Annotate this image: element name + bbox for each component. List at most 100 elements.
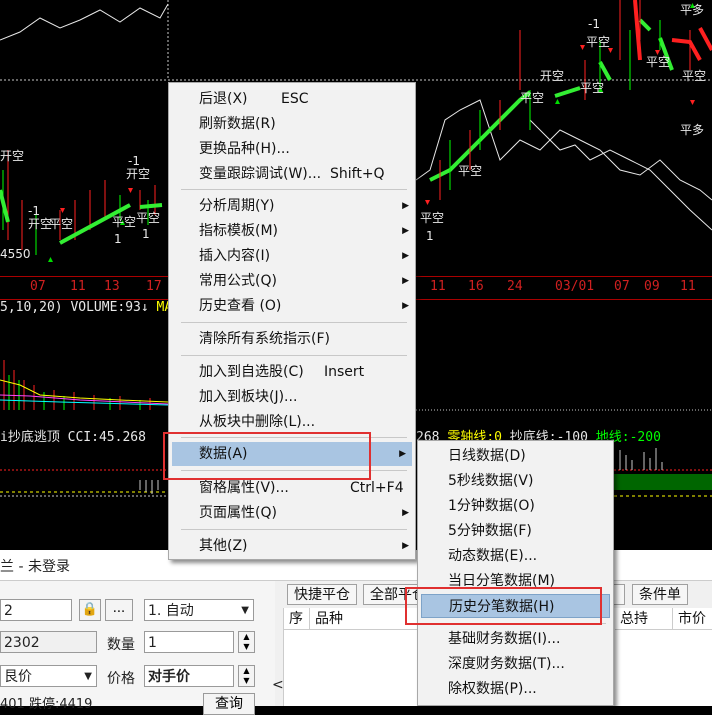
query-button[interactable]: 查询	[203, 693, 255, 715]
volume-indicator-label: 5,10,20) VOLUME:93↓ MA	[0, 300, 172, 315]
submenu-arrow-icon: ▶	[402, 301, 409, 311]
signal-label: 平多	[680, 3, 705, 17]
menu-item-debug[interactable]: 变量跟踪调试(W)... Shift+Q	[169, 162, 415, 186]
chevron-down-icon: ▼	[241, 605, 249, 616]
column-header[interactable]: 序	[284, 608, 310, 630]
submenu-item-5min[interactable]: 5分钟数据(F)	[418, 519, 613, 543]
menu-item-indicator-template[interactable]: 指标模板(M) ▶	[169, 219, 415, 243]
price-input[interactable]: 对手价	[144, 665, 234, 687]
signal-label: 平空	[520, 91, 545, 105]
submenu-arrow-icon: ▶	[402, 508, 409, 518]
submenu-arrow-icon: ▶	[402, 251, 409, 261]
qty-label: 数量	[107, 637, 135, 653]
price-stepper[interactable]: ▲ ▼	[238, 665, 255, 687]
submenu-arrow-icon: ▶	[402, 276, 409, 286]
signal-label: 平空	[682, 69, 707, 83]
submenu-arrow-icon: ▶	[402, 226, 409, 236]
volume-text: 5,10,20) VOLUME:93	[0, 300, 141, 315]
signal-label: 平空	[646, 55, 671, 69]
submenu-item-5sec[interactable]: 5秒线数据(V)	[418, 469, 613, 493]
submenu-item-1min[interactable]: 1分钟数据(O)	[418, 494, 613, 518]
account-field[interactable]: 2	[0, 599, 72, 621]
panel-title: 兰 - 未登录	[0, 559, 70, 575]
cci-text: i抄底逃顶 CCI:45.268	[0, 430, 146, 445]
menu-item-history-view[interactable]: 历史查看 (O) ▶	[169, 294, 415, 318]
date-tick: 07	[30, 279, 46, 294]
menu-item-add-block[interactable]: 加入到板块(J)...	[169, 385, 415, 409]
menu-item-clear-signals[interactable]: 清除所有系统指示(F)	[169, 327, 415, 351]
more-button[interactable]: ...	[105, 599, 133, 621]
date-tick: 13	[104, 279, 120, 294]
menu-separator	[181, 322, 407, 323]
volume-arrow: ↓	[140, 300, 149, 315]
collapse-icon[interactable]: <	[272, 677, 284, 693]
menu-item-period[interactable]: 分析周期(Y) ▶	[169, 194, 415, 218]
highlight-box	[405, 587, 602, 625]
limit-prices: 401 跌停:4419	[0, 697, 93, 712]
menu-separator	[181, 355, 407, 356]
submenu-arrow-icon: ▶	[402, 541, 409, 551]
date-tick: 11	[680, 279, 696, 294]
cci-indicator-label: i抄底逃顶 CCI:45.268	[0, 426, 146, 445]
chevron-down-icon: ▼	[84, 671, 92, 682]
signal-label: 平空	[136, 211, 161, 225]
menu-item-change-symbol[interactable]: 更换品种(H)...	[169, 137, 415, 161]
submenu-item-dynamic[interactable]: 动态数据(E)...	[418, 544, 613, 568]
price-label: 价格	[107, 671, 135, 687]
menu-item-add-watchlist[interactable]: 加入到自选股(C) Insert	[169, 360, 415, 384]
price-label: 4550	[0, 247, 31, 261]
menu-item-insert[interactable]: 插入内容(I) ▶	[169, 244, 415, 268]
menu-item-remove-block[interactable]: 从板块中删除(L)...	[169, 410, 415, 434]
column-header[interactable]: 市价	[673, 608, 712, 630]
submenu-item-deep-finance[interactable]: 深度财务数据(T)...	[418, 652, 613, 676]
date-tick: 07	[614, 279, 630, 294]
signal-label: 平空	[580, 81, 605, 95]
submenu-arrow-icon: ▶	[399, 449, 406, 459]
menu-item-page-properties[interactable]: 页面属性(Q) ▶	[169, 501, 415, 525]
menu-item-other[interactable]: 其他(Z) ▶	[169, 534, 415, 558]
submenu-item-basic-finance[interactable]: 基础财务数据(I)...	[418, 627, 613, 651]
date-tick: 17	[146, 279, 162, 294]
date-tick: 11	[70, 279, 86, 294]
signal-label: 平空	[112, 215, 137, 229]
column-header[interactable]: 总持	[615, 608, 673, 630]
signal-label: 平多	[680, 123, 705, 137]
date-tick: 24	[507, 279, 523, 294]
qty-input[interactable]: 1	[144, 631, 234, 653]
conditional-order-button[interactable]: 条件单	[632, 584, 688, 605]
column-header[interactable]: 品种	[310, 608, 420, 630]
signal-label: 平空	[586, 35, 611, 49]
signal-label: 1	[114, 232, 122, 246]
contract-field[interactable]: 2302	[0, 631, 97, 653]
quick-close-button[interactable]: 快捷平仓	[287, 584, 357, 605]
signal-label: 开空	[540, 69, 565, 83]
order-form: 2 🔒 ... 1. 自动 ▼ 2302 数量 1 ▲ ▼ 艮价 ▼ 价格 对手价 ▲…	[0, 581, 275, 715]
menu-separator	[181, 529, 407, 530]
price-type-select[interactable]: 艮价 ▼	[0, 665, 97, 687]
signal-label: 平空	[420, 211, 445, 225]
mode-select[interactable]: 1. 自动 ▼	[144, 599, 254, 621]
signal-label: 1	[426, 229, 434, 243]
lock-icon[interactable]: 🔒	[79, 599, 101, 621]
data-submenu: 日线数据(D) 5秒线数据(V) 1分钟数据(O) 5分钟数据(F) 动态数据(…	[417, 440, 614, 706]
submenu-item-ex-rights[interactable]: 除权数据(P)...	[418, 677, 613, 701]
menu-item-back[interactable]: 后退(X) ESC	[169, 87, 415, 111]
date-tick: 03/01	[555, 279, 595, 294]
signal-label: -1	[588, 17, 600, 31]
submenu-arrow-icon: ▶	[402, 201, 409, 211]
highlight-box	[163, 432, 371, 480]
date-tick: 09	[644, 279, 660, 294]
menu-separator	[181, 189, 407, 190]
price-type-value: 艮价	[4, 669, 32, 685]
signal-label: 1	[142, 227, 150, 241]
signal-label: 开空	[0, 149, 25, 163]
qty-stepper[interactable]: ▲ ▼	[238, 631, 255, 653]
submenu-item-daily[interactable]: 日线数据(D)	[418, 444, 613, 468]
signal-label: 平空	[458, 164, 483, 178]
signal-label: 平空	[49, 217, 74, 231]
menu-item-refresh[interactable]: 刷新数据(R)	[169, 112, 415, 136]
mode-value: 1. 自动	[148, 603, 194, 619]
menu-item-formulas[interactable]: 常用公式(Q) ▶	[169, 269, 415, 293]
date-tick: 16	[468, 279, 484, 294]
context-menu: 后退(X) ESC 刷新数据(R) 更换品种(H)... 变量跟踪调试(W)...…	[168, 82, 416, 560]
